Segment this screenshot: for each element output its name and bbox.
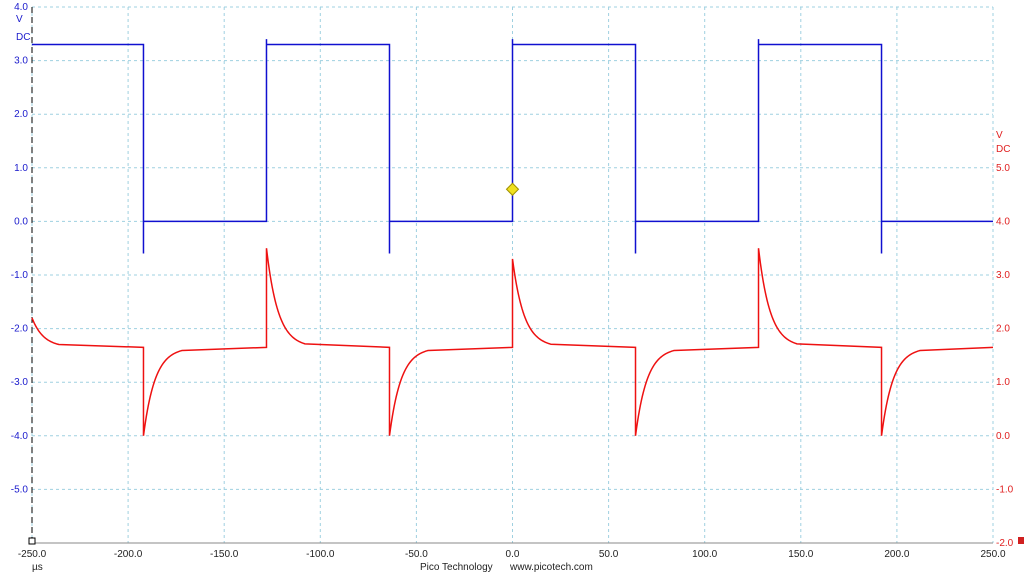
- x-tick-label: -200.0: [114, 549, 143, 560]
- right-axis-marker-icon[interactable]: [1018, 537, 1024, 544]
- x-tick-label: -50.0: [405, 549, 428, 560]
- left-tick-label: 2.0: [14, 109, 28, 120]
- right-tick-label: 5.0: [996, 163, 1010, 174]
- oscilloscope-plot: 4.0 3.0 2.0 1.0 0.0 -1.0 -2.0 -3.0 -4.0 -5.0 5.0 4…: [11, 2, 1024, 573]
- left-tick-label: 1.0: [14, 163, 28, 174]
- left-tick-label: -2.0: [11, 324, 29, 335]
- right-axis-unit: V: [996, 130, 1003, 141]
- left-tick-label: -1.0: [11, 270, 29, 281]
- x-axis-ticks: -250.0 -200.0 -150.0 -100.0 -50.0 0.0 50.0 100.…: [18, 549, 1006, 560]
- right-axis-ticks: 5.0 4.0 3.0 2.0 1.0 0.0 -1.0 -2.0: [996, 163, 1014, 549]
- right-tick-label: 2.0: [996, 324, 1010, 335]
- x-tick-label: 150.0: [788, 549, 813, 560]
- right-tick-label: 3.0: [996, 270, 1010, 281]
- left-axis-unit: V: [16, 14, 23, 25]
- x-tick-label: 0.0: [506, 549, 520, 560]
- right-tick-label: 4.0: [996, 216, 1010, 227]
- left-axis-marker-icon[interactable]: [28, 537, 36, 545]
- left-tick-label: -3.0: [11, 377, 29, 388]
- right-axis-coupling: DC: [996, 144, 1010, 155]
- x-tick-label: 200.0: [884, 549, 909, 560]
- right-tick-label: 0.0: [996, 431, 1010, 442]
- footer-url: www.picotech.com: [509, 562, 593, 573]
- series-rc-spikes: [31, 248, 994, 436]
- x-axis-unit: µs: [32, 562, 43, 573]
- left-tick-label: -4.0: [11, 431, 29, 442]
- x-tick-label: 50.0: [599, 549, 619, 560]
- left-tick-label: 0.0: [14, 216, 28, 227]
- left-tick-label: 4.0: [14, 2, 28, 13]
- left-axis-coupling: DC: [16, 32, 30, 43]
- x-tick-label: 100.0: [692, 549, 717, 560]
- right-tick-label: -2.0: [996, 538, 1014, 549]
- x-tick-label: -250.0: [18, 549, 47, 560]
- right-tick-label: -1.0: [996, 484, 1014, 495]
- x-tick-label: -150.0: [210, 549, 239, 560]
- footer-brand: Pico Technology: [420, 562, 493, 573]
- trigger-marker-icon[interactable]: [505, 182, 520, 196]
- x-tick-label: -100.0: [306, 549, 335, 560]
- left-tick-label: 3.0: [14, 56, 28, 67]
- left-tick-label: -5.0: [11, 484, 29, 495]
- x-tick-label: 250.0: [980, 549, 1005, 560]
- right-tick-label: 1.0: [996, 377, 1010, 388]
- left-axis-ticks: 4.0 3.0 2.0 1.0 0.0 -1.0 -2.0 -3.0 -4.0 -5.0: [11, 2, 29, 495]
